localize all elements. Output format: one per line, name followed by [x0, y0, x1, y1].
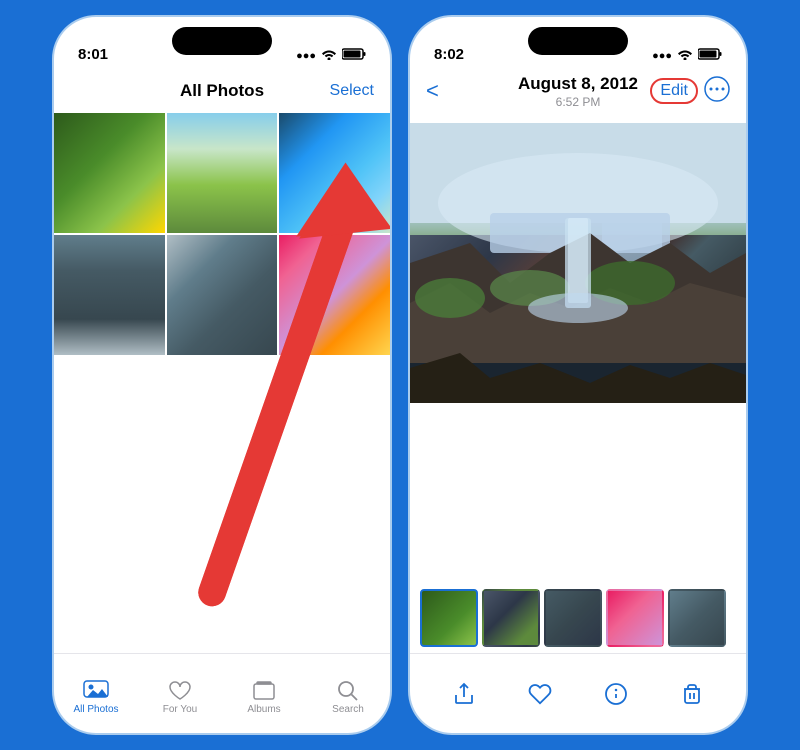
grid-photo-6[interactable] — [279, 235, 390, 355]
thumbnail-3[interactable] — [544, 589, 602, 647]
bottom-toolbar — [410, 653, 746, 733]
for-you-icon — [167, 680, 193, 702]
wifi-icon-right — [677, 48, 693, 63]
photo-grid — [54, 113, 390, 355]
signal-icon: ●●● — [296, 50, 316, 62]
info-button[interactable] — [602, 680, 630, 708]
dynamic-island-right — [528, 27, 628, 55]
tab-albums[interactable]: Albums — [222, 680, 306, 715]
wifi-icon — [321, 48, 337, 63]
thumbnail-2[interactable] — [482, 589, 540, 647]
thumbnail-4[interactable] — [606, 589, 664, 647]
delete-button[interactable] — [678, 680, 706, 708]
tab-bar: All Photos For You Albums — [54, 653, 390, 733]
date-header: August 8, 2012 6:52 PM — [518, 74, 638, 109]
left-phone: 8:01 ●●● All Photos Select — [52, 15, 392, 735]
tab-search-label: Search — [332, 704, 364, 715]
time-right: 8:02 — [434, 46, 464, 63]
thumbnail-1[interactable] — [420, 589, 478, 647]
status-icons-left: ●●● — [296, 48, 366, 63]
tab-for-you-label: For You — [163, 704, 197, 715]
favorite-button[interactable] — [526, 680, 554, 708]
time-left: 8:01 — [78, 46, 108, 63]
photo-time: 6:52 PM — [556, 95, 601, 109]
dynamic-island-left — [172, 27, 272, 55]
tab-search[interactable]: Search — [306, 680, 390, 715]
share-button[interactable] — [450, 680, 478, 708]
battery-icon-left — [342, 48, 366, 63]
grid-photo-5[interactable] — [167, 235, 278, 355]
battery-icon-right — [698, 48, 722, 63]
thumbnail-5[interactable] — [668, 589, 726, 647]
photo-date: August 8, 2012 — [518, 74, 638, 94]
edit-button-container: Edit — [650, 78, 698, 104]
grid-photo-4[interactable] — [54, 235, 165, 355]
tab-albums-label: Albums — [247, 704, 280, 715]
main-photo-area[interactable] — [410, 113, 746, 583]
nav-bar-right: < August 8, 2012 6:52 PM Edit — [410, 69, 746, 113]
right-phone: 8:02 ●●● < August 8, 2012 — [408, 15, 748, 735]
nav-bar-left: All Photos Select — [54, 69, 390, 113]
status-icons-right: ●●● — [652, 48, 722, 63]
grid-photo-1[interactable] — [54, 113, 165, 233]
tab-all-photos[interactable]: All Photos — [54, 680, 138, 715]
grid-photo-3[interactable] — [279, 113, 390, 233]
tab-for-you[interactable]: For You — [138, 680, 222, 715]
all-photos-icon — [83, 680, 109, 702]
main-photo-image — [410, 123, 746, 403]
more-button[interactable] — [704, 76, 730, 107]
grid-photo-2[interactable] — [167, 113, 278, 233]
signal-icon-right: ●●● — [652, 50, 672, 62]
select-button[interactable]: Select — [330, 82, 374, 100]
albums-icon — [251, 680, 277, 702]
tab-all-photos-label: All Photos — [73, 704, 118, 715]
search-icon — [335, 680, 361, 702]
back-button[interactable]: < — [426, 78, 439, 104]
nav-title-left: All Photos — [180, 81, 264, 101]
thumbnail-strip — [410, 583, 746, 653]
edit-button[interactable]: Edit — [650, 78, 698, 104]
